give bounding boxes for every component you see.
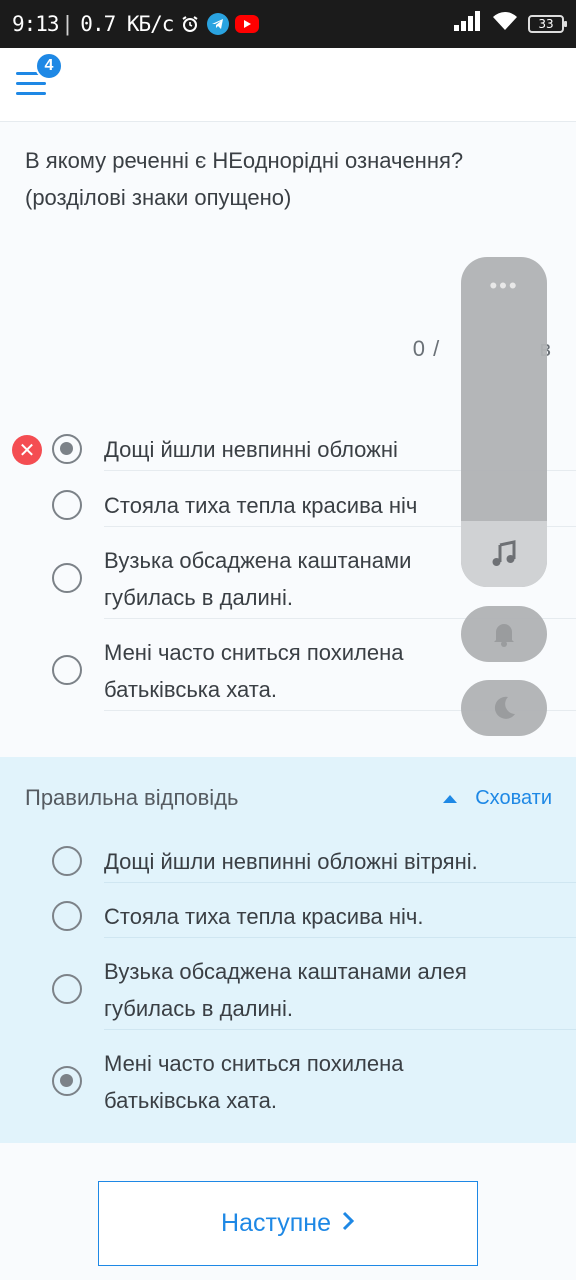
next-button-label: Наступне [221,1209,331,1237]
answer-option-1: Дощі йшли невпинні обложні вітряні. [0,843,576,883]
answer-option-4-radio [52,1066,82,1096]
moon-icon[interactable] [461,680,547,736]
status-net-speed: 0.7 КБ/с [80,12,174,36]
answer-option-3-line2: губилась в далині. [104,996,293,1021]
answer-option-1-radio [52,846,82,876]
bell-icon[interactable] [461,606,547,662]
answer-option-1-text: Дощі йшли невпинні обложні вітряні. [104,843,576,883]
answer-option-2: Стояла тиха тепла красива ніч. [0,898,576,938]
status-bar: 9:13 | 0.7 КБ/с 33 [0,0,576,48]
answer-option-4-line2: батьківська хата. [104,1088,277,1113]
music-note-icon[interactable] [461,521,547,587]
battery-icon: 33 [528,15,567,33]
option-3-radio[interactable] [52,563,82,593]
chevron-right-icon [341,1209,355,1238]
answer-option-4-text: Мені часто сниться похилена батьківська … [104,1045,576,1121]
answer-option-3-radio [52,974,82,1004]
hide-answer-button[interactable]: Сховати [443,787,552,810]
answer-option-2-text: Стояла тиха тепла красива ніч. [104,898,576,938]
option-1-radio[interactable] [52,434,82,464]
app-header: 4 [0,48,576,122]
hide-answer-label: Сховати [475,787,552,809]
option-2-radio[interactable] [52,490,82,520]
option-4-radio[interactable] [52,655,82,685]
answer-option-4-line1: Мені часто сниться похилена [104,1051,404,1076]
status-time: 9:13 [12,12,60,36]
caret-up-icon [443,794,458,803]
floating-side-panel[interactable]: ••• [461,257,547,587]
correct-answer-panel: Правильна відповідь Сховати Дощі йшли не… [0,757,576,1143]
answer-option-3-text: Вузька обсаджена каштанами алея губилась… [104,953,576,1030]
answer-option-3-line1: Вузька обсаджена каштанами алея [104,959,467,984]
more-icon[interactable]: ••• [461,273,547,299]
next-button[interactable]: Наступне [98,1181,478,1266]
answer-option-3: Вузька обсаджена каштанами алея губилась… [0,953,576,1030]
correct-answer-title: Правильна відповідь [25,785,239,810]
wifi-icon [492,11,518,37]
score-value: 0 / [412,336,441,361]
telegram-icon [207,13,230,35]
answer-option-4: Мені часто сниться похилена батьківська … [0,1045,576,1119]
wrong-mark-icon: ✕ [12,435,42,465]
signal-icon [454,11,482,37]
answer-option-2-radio [52,901,82,931]
notification-badge: 4 [35,52,63,80]
question-text: В якому реченні є НЕоднорідні означення?… [25,148,464,210]
status-divider: | [64,11,71,36]
alarm-icon [179,13,201,35]
youtube-icon [235,15,260,33]
